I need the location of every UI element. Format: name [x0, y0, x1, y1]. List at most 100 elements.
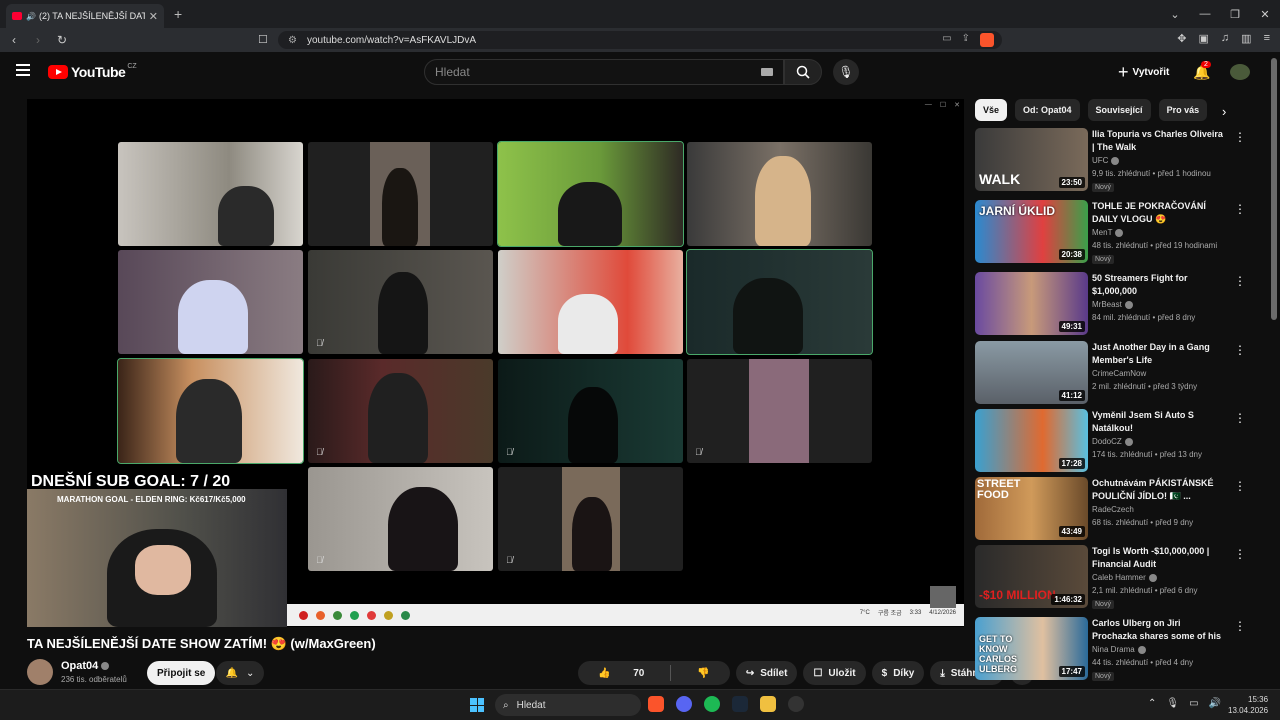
video-thumbnail[interactable]: 17:28 — [975, 409, 1088, 472]
list-item[interactable]: 17:28 Vyměnil Jsem Si Auto S Natálkou! D… — [975, 409, 1265, 475]
keyboard-icon[interactable] — [761, 68, 773, 76]
video-thumbnail[interactable]: WALK 23:50 — [975, 128, 1088, 191]
close-tab-icon[interactable]: ✕ — [149, 10, 158, 23]
close-player-icon[interactable]: ✕ — [954, 101, 960, 109]
list-item[interactable]: STREET FOOD 43:49 Ochutnávám PÁKISTÁNSKÉ … — [975, 477, 1265, 543]
more-options-icon[interactable]: ⋮ — [1234, 202, 1246, 216]
more-options-icon[interactable]: ⋮ — [1234, 619, 1246, 633]
video-title: TA NEJŠÍLENĚJŠÍ DATE SHOW ZATÍM! 😍 (w/Ma… — [27, 636, 376, 651]
brave-shields-icon[interactable] — [980, 33, 994, 47]
discord-app-icon[interactable] — [676, 696, 692, 712]
file-explorer-icon[interactable] — [760, 696, 776, 712]
channel-name: CrimeCamNow — [1092, 369, 1147, 378]
muted-mic-icon: 🎙̸ — [316, 447, 323, 457]
browser-tab[interactable]: 🔊 (2) TA NEJŠÍLENĚJŠÍ DATE SH ✕ — [6, 4, 164, 28]
create-button[interactable]: + Vytvořit — [1118, 62, 1169, 82]
site-info-icon[interactable]: ⚙ — [288, 35, 297, 46]
save-button[interactable]: ☐ Uložit — [803, 661, 866, 685]
settings-app-icon[interactable] — [788, 696, 804, 712]
participant-tile — [118, 142, 303, 246]
more-options-icon[interactable]: ⋮ — [1234, 274, 1246, 288]
video-meta: 9,9 tis. zhlédnutí • před 1 hodinou — [1092, 169, 1211, 178]
search-button[interactable] — [784, 59, 822, 85]
video-thumbnail[interactable]: GET TO KNOW CARLOS ULBERG 17:47 — [975, 617, 1088, 680]
bookmark-icon[interactable]: ☐ — [258, 33, 268, 46]
like-button[interactable]: 👍 70 — [578, 668, 664, 679]
windows-start-icon[interactable] — [470, 698, 484, 712]
streamer-webcam — [27, 489, 287, 627]
youtube-logo[interactable]: YouTube CZ — [48, 63, 137, 80]
wallet-icon[interactable]: ▣ — [1199, 32, 1209, 45]
dislike-button[interactable]: 👎 — [677, 668, 729, 679]
restore-icon[interactable]: ❐ — [1220, 8, 1250, 21]
spotify-app-icon[interactable] — [704, 696, 720, 712]
chip-for-you[interactable]: Pro vás — [1158, 99, 1208, 121]
chip-all[interactable]: Vše — [975, 99, 1008, 121]
minimize-player-icon[interactable]: — — [925, 101, 932, 109]
account-avatar[interactable] — [1230, 64, 1250, 80]
url-field[interactable]: ⚙ youtube.com/watch?v=AsFKAVLJDvA ▭ ⇪ — [278, 31, 1002, 49]
more-options-icon[interactable]: ⋮ — [1234, 547, 1246, 561]
tray-expand-icon[interactable]: ⌃ — [1148, 698, 1156, 709]
hamburger-menu-icon[interactable] — [16, 64, 30, 76]
subscription-bell-button[interactable]: 🔔 ⌄ — [216, 661, 264, 685]
steam-app-icon[interactable] — [732, 696, 748, 712]
page-scrollbar[interactable] — [1271, 58, 1277, 320]
audio-playing-icon[interactable]: 🔊 — [26, 12, 36, 21]
miniplayer-controls: — ☐ ✕ — [925, 101, 960, 109]
media-icon[interactable]: ♫ — [1221, 32, 1229, 45]
chip-related[interactable]: Související — [1087, 99, 1151, 121]
video-thumbnail[interactable]: STREET FOOD 43:49 — [975, 477, 1088, 540]
channel-name: UFC — [1092, 156, 1120, 165]
list-item[interactable]: 49:31 50 Streamers Fight for $1,000,000 … — [975, 272, 1265, 338]
taskbar-search[interactable]: ⌕ Hledat — [495, 694, 641, 716]
new-tab-icon[interactable]: + — [174, 6, 182, 22]
video-thumbnail[interactable]: -$10 MILLION 1:46:32 — [975, 545, 1088, 608]
chevron-right-icon[interactable]: › — [1222, 104, 1226, 119]
voice-search-button[interactable]: 🎙 — [833, 59, 859, 85]
brave-app-icon[interactable] — [648, 696, 664, 712]
join-button[interactable]: Připojit se — [147, 661, 216, 685]
volume-icon[interactable]: 🔊 — [1209, 698, 1221, 709]
more-options-icon[interactable]: ⋮ — [1234, 343, 1246, 357]
video-thumbnail[interactable]: 41:12 — [975, 341, 1088, 404]
verified-icon — [1137, 645, 1146, 654]
chip-from-channel[interactable]: Od: Opat04 — [1015, 99, 1080, 121]
search-icon: ⌕ — [503, 699, 509, 711]
more-options-icon[interactable]: ⋮ — [1234, 411, 1246, 425]
channel-name[interactable]: Opat04 — [61, 660, 110, 672]
tab-search-icon[interactable]: ⌄ — [1160, 8, 1190, 21]
participant-tile: 🎙̸ — [498, 467, 683, 571]
sidebar-icon[interactable]: ▥ — [1241, 32, 1251, 45]
video-thumbnail[interactable]: JARNÍ ÚKLID 20:38 — [975, 200, 1088, 263]
mic-icon[interactable]: 🎙 — [1166, 698, 1179, 709]
extensions-icon[interactable]: ✥ — [1177, 32, 1186, 45]
list-item[interactable]: -$10 MILLION 1:46:32 Togi Is Worth -$10,0… — [975, 545, 1265, 611]
back-icon[interactable]: ‹ — [4, 33, 24, 47]
share-button[interactable]: ↪ Sdílet — [735, 661, 798, 685]
more-options-icon[interactable]: ⋮ — [1234, 479, 1246, 493]
channel-name: MrBeast — [1092, 300, 1133, 309]
video-player[interactable]: — ☐ ✕ 🎙̸ 🎙̸ 🎙̸ 🎙̸ 🎙̸ 🎙̸ DNEŠNÍ SUB GOAL:… — [27, 99, 964, 627]
menu-icon[interactable]: ≡ — [1264, 32, 1270, 45]
network-icon[interactable]: ▭ — [1189, 698, 1198, 709]
expand-player-icon[interactable]: ☐ — [940, 101, 946, 109]
list-item[interactable]: JARNÍ ÚKLID 20:38 TOHLE JE POKRAČOVÁNÍ DA… — [975, 200, 1265, 266]
thanks-button[interactable]: $ Díky — [871, 661, 925, 685]
search-input[interactable]: Hledat — [424, 59, 784, 85]
video-thumbnail[interactable]: 49:31 — [975, 272, 1088, 335]
share-page-icon[interactable]: ⇪ — [962, 33, 970, 47]
more-options-icon[interactable]: ⋮ — [1234, 130, 1246, 144]
youtube-header: YouTube CZ Hledat 🎙 + Vytvořit 🔔 2 — [0, 52, 1280, 94]
forward-icon[interactable]: › — [28, 33, 48, 47]
list-item[interactable]: 41:12 Just Another Day in a Gang Member'… — [975, 341, 1265, 407]
channel-avatar[interactable] — [27, 659, 53, 685]
like-dislike-group: 👍 70 👎 — [578, 661, 730, 685]
list-item[interactable]: GET TO KNOW CARLOS ULBERG 17:47 Carlos Ul… — [975, 617, 1265, 683]
reload-icon[interactable]: ↻ — [52, 33, 72, 47]
close-window-icon[interactable]: ✕ — [1250, 8, 1280, 21]
taskbar-clock[interactable]: 15:36 13.04.2026 — [1228, 694, 1268, 716]
cast-icon[interactable]: ▭ — [942, 33, 951, 47]
minimize-icon[interactable]: — — [1190, 8, 1220, 20]
list-item[interactable]: WALK 23:50 Ilia Topuria vs Charles Olivei… — [975, 128, 1265, 194]
